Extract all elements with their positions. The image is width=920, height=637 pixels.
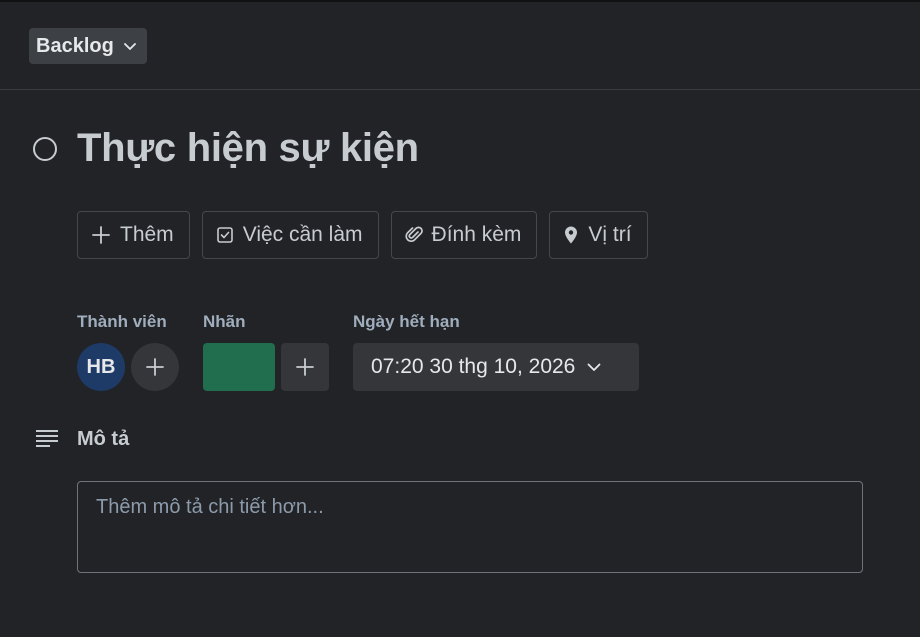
checklist-button[interactable]: Việc cần làm: [201, 211, 379, 259]
card-title[interactable]: Thực hiện sự kiện: [77, 126, 419, 171]
add-label-button[interactable]: [281, 343, 329, 391]
location-button[interactable]: Vị trí: [549, 211, 648, 259]
location-button-label: Vị trí: [588, 223, 632, 246]
labels-heading: Nhãn: [203, 312, 246, 331]
avatar-initials: HB: [86, 355, 116, 378]
attachment-button-label: Đính kèm: [431, 223, 522, 246]
due-date-heading: Ngày hết hạn: [353, 312, 460, 331]
description-input[interactable]: Thêm mô tả chi tiết hơn...: [77, 481, 863, 573]
checklist-button-label: Việc cần làm: [242, 223, 363, 246]
description-header: Mô tả: [35, 427, 129, 451]
plus-icon: [92, 226, 110, 244]
attachment-button[interactable]: Đính kèm: [390, 211, 538, 259]
add-button-label: Thêm: [120, 223, 174, 246]
location-pin-icon: [565, 226, 578, 244]
complete-toggle-checkbox[interactable]: [33, 136, 57, 161]
members-heading: Thành viên: [77, 312, 167, 331]
add-button[interactable]: Thêm: [77, 211, 190, 259]
plus-icon: [146, 358, 164, 376]
card-title-row: Thực hiện sự kiện: [33, 126, 419, 171]
description-placeholder: Thêm mô tả chi tiết hơn...: [96, 496, 324, 518]
list-name: Backlog: [36, 34, 114, 57]
checkbox-icon: [216, 227, 233, 243]
due-date-value: 07:20 30 thg 10, 2026: [371, 355, 576, 378]
text-lines-icon: [36, 430, 58, 447]
plus-icon: [296, 358, 314, 376]
chevron-down-icon: [587, 363, 601, 371]
chevron-down-icon: [123, 43, 136, 50]
due-date-button[interactable]: 07:20 30 thg 10, 2026: [353, 343, 639, 391]
paperclip-icon: [404, 226, 423, 243]
label-chip-green[interactable]: [203, 343, 275, 391]
list-selector-button[interactable]: Backlog: [29, 28, 147, 64]
card-header: Backlog: [0, 2, 920, 90]
card-detail-panel: Backlog Thực hiện sự kiện Thêm Việc cần …: [0, 0, 920, 637]
card-action-bar: Thêm Việc cần làm Đính kèm Vị trí: [77, 211, 648, 259]
member-avatar[interactable]: HB: [77, 343, 125, 391]
add-member-button[interactable]: [131, 343, 179, 391]
description-heading: Mô tả: [77, 427, 130, 450]
